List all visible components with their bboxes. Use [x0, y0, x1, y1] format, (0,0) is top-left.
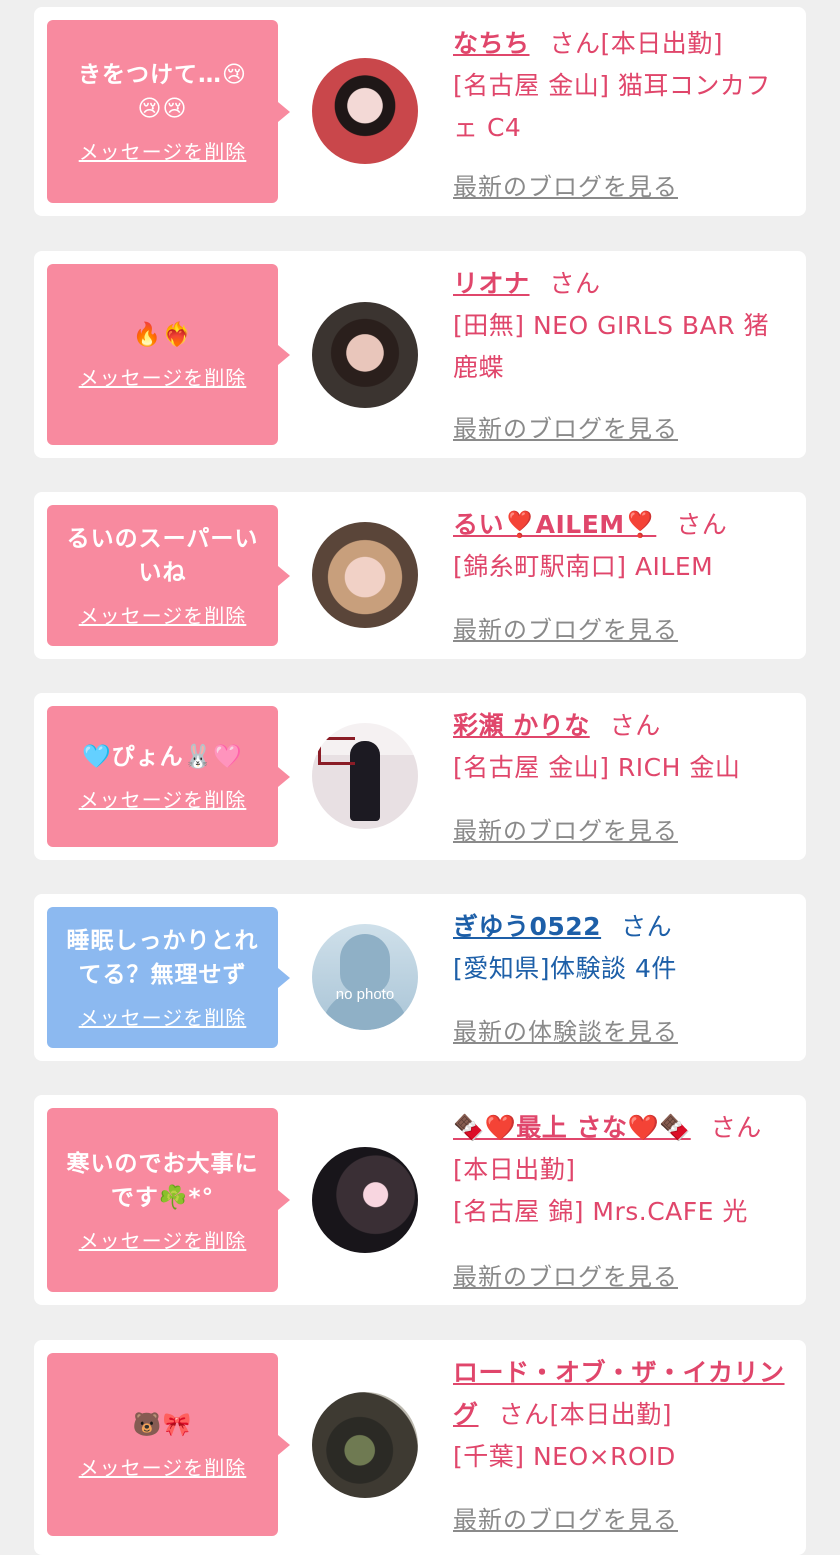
message-bubble: 睡眠しっかりとれてる？無理せず メッセージを削除 — [47, 907, 290, 1048]
message-bubble: 寒いのでお大事にです☘️*° メッセージを削除 — [47, 1108, 290, 1292]
delete-message-link[interactable]: メッセージを削除 — [79, 1225, 247, 1254]
message-card: 寒いのでお大事にです☘️*° メッセージを削除 🍫❤️最上 さな❤️🍫 さん [本日… — [34, 1095, 806, 1305]
cast-info: 🍫❤️最上 さな❤️🍫 さん [本日出勤] [名古屋 錦] Mrs.CAFE 光 — [453, 1107, 793, 1233]
latest-blog-link[interactable]: 最新のブログを見る — [453, 1500, 678, 1535]
cast-name-link[interactable]: なちち — [453, 29, 530, 58]
status-badge: [本日出勤] — [600, 29, 724, 58]
avatar[interactable] — [312, 522, 418, 628]
honorific: さん — [609, 711, 661, 740]
cast-info: 彩瀬 かりな さん [名古屋 金山] RICH 金山 — [453, 705, 793, 789]
message-card: きをつけて…😢 😢😢 メッセージを削除 なちち さん[本日出勤] [名古屋 金山]… — [34, 7, 806, 216]
message-text: 寒いのでお大事にです☘️*° — [66, 1150, 259, 1211]
status-badge: [本日出勤] — [549, 1400, 673, 1429]
cast-info: ロード・オブ・ザ・イカリング さん[本日出勤] [千葉] NEO×ROID — [453, 1352, 793, 1478]
honorific: さん — [621, 912, 673, 941]
message-text: 🔥❤️‍🔥 — [132, 322, 193, 348]
latest-review-link[interactable]: 最新の体験談を見る — [453, 1012, 678, 1047]
name-line: リオナ さん — [453, 263, 793, 305]
honorific: さん — [549, 29, 601, 58]
shop-info: [名古屋 金山] 猫耳コンカフェ C4 — [453, 71, 771, 142]
message-card: るいのスーパーいいね メッセージを削除 るい❣️AILEM❣️ さん [錦糸町駅南… — [34, 492, 806, 659]
delete-message-link[interactable]: メッセージを削除 — [79, 1002, 247, 1031]
message-text: 睡眠しっかりとれてる？無理せず — [66, 928, 259, 988]
shop-info: [名古屋 錦] Mrs.CAFE 光 — [453, 1197, 748, 1226]
message-card: 🐻🎀 メッセージを削除 ロード・オブ・ザ・イカリング さん[本日出勤] [千葉] … — [34, 1340, 806, 1555]
avatar[interactable] — [312, 1392, 418, 1498]
honorific: さん — [498, 1400, 550, 1429]
user-name-link[interactable]: ぎゆう0522 — [453, 912, 601, 941]
cast-name-link[interactable]: 🍫❤️最上 さな❤️🍫 — [453, 1113, 691, 1142]
cast-name-link[interactable]: 彩瀬 かりな — [453, 711, 590, 740]
name-line: なちち さん[本日出勤] — [453, 23, 793, 65]
no-photo-label: no photo — [335, 986, 395, 1003]
message-bubble: 🔥❤️‍🔥 メッセージを削除 — [47, 264, 290, 445]
avatar[interactable] — [312, 302, 418, 408]
message-bubble: 🐻🎀 メッセージを削除 — [47, 1353, 290, 1536]
message-text: きをつけて…😢 😢😢 — [78, 62, 247, 122]
review-count: [愛知県]体験談 4件 — [453, 954, 677, 983]
message-bubble: 🩵ぴょん🐰🩷 メッセージを削除 — [47, 706, 290, 847]
latest-blog-link[interactable]: 最新のブログを見る — [453, 1257, 678, 1292]
delete-message-link[interactable]: メッセージを削除 — [79, 600, 247, 629]
delete-message-link[interactable]: メッセージを削除 — [79, 362, 247, 391]
cast-name-link[interactable]: るい❣️AILEM❣️ — [453, 510, 656, 539]
cast-info: リオナ さん [田無] NEO GIRLS BAR 猪鹿蝶 — [453, 263, 793, 389]
latest-blog-link[interactable]: 最新のブログを見る — [453, 811, 678, 846]
message-bubble: るいのスーパーいいね メッセージを削除 — [47, 505, 290, 646]
message-text: 🩵ぴょん🐰🩷 — [82, 744, 243, 770]
no-photo-avatar[interactable]: no photo — [312, 924, 418, 1030]
message-card: 🩵ぴょん🐰🩷 メッセージを削除 彩瀬 かりな さん [名古屋 金山] RICH 金… — [34, 693, 806, 860]
latest-blog-link[interactable]: 最新のブログを見る — [453, 167, 678, 202]
shop-info: [千葉] NEO×ROID — [453, 1442, 676, 1471]
delete-message-link[interactable]: メッセージを削除 — [79, 136, 247, 165]
shop-info: [錦糸町駅南口] AILEM — [453, 552, 714, 581]
cast-info: なちち さん[本日出勤] [名古屋 金山] 猫耳コンカフェ C4 — [453, 23, 793, 149]
name-line: 🍫❤️最上 さな❤️🍫 さん [本日出勤] — [453, 1107, 793, 1191]
message-text: 🐻🎀 — [132, 1412, 193, 1438]
cast-name-link[interactable]: リオナ — [453, 269, 530, 298]
name-line: るい❣️AILEM❣️ さん — [453, 504, 793, 546]
name-line: 彩瀬 かりな さん — [453, 705, 793, 747]
delete-message-link[interactable]: メッセージを削除 — [79, 784, 247, 813]
cast-info: るい❣️AILEM❣️ さん [錦糸町駅南口] AILEM — [453, 504, 793, 588]
status-badge: [本日出勤] — [453, 1155, 576, 1184]
name-line: ロード・オブ・ザ・イカリング さん[本日出勤] — [453, 1352, 793, 1436]
avatar[interactable] — [312, 723, 418, 829]
avatar[interactable] — [312, 58, 418, 164]
latest-blog-link[interactable]: 最新のブログを見る — [453, 610, 678, 645]
delete-message-link[interactable]: メッセージを削除 — [79, 1452, 247, 1481]
shop-info: [名古屋 金山] RICH 金山 — [453, 753, 741, 782]
message-text: るいのスーパーいいね — [66, 526, 259, 586]
shop-info: [田無] NEO GIRLS BAR 猪鹿蝶 — [453, 311, 770, 382]
honorific: さん — [676, 510, 728, 539]
name-line: ぎゆう0522 さん — [453, 906, 793, 948]
avatar[interactable] — [312, 1147, 418, 1253]
message-card: 睡眠しっかりとれてる？無理せず メッセージを削除 no photo ぎゆう052… — [34, 894, 806, 1061]
silhouette-icon — [340, 934, 390, 994]
honorific: さん — [710, 1113, 762, 1142]
message-bubble: きをつけて…😢 😢😢 メッセージを削除 — [47, 20, 290, 203]
latest-blog-link[interactable]: 最新のブログを見る — [453, 409, 678, 444]
message-card: 🔥❤️‍🔥 メッセージを削除 リオナ さん [田無] NEO GIRLS BAR … — [34, 251, 806, 458]
user-info: ぎゆう0522 さん [愛知県]体験談 4件 — [453, 906, 793, 990]
honorific: さん — [549, 269, 601, 298]
